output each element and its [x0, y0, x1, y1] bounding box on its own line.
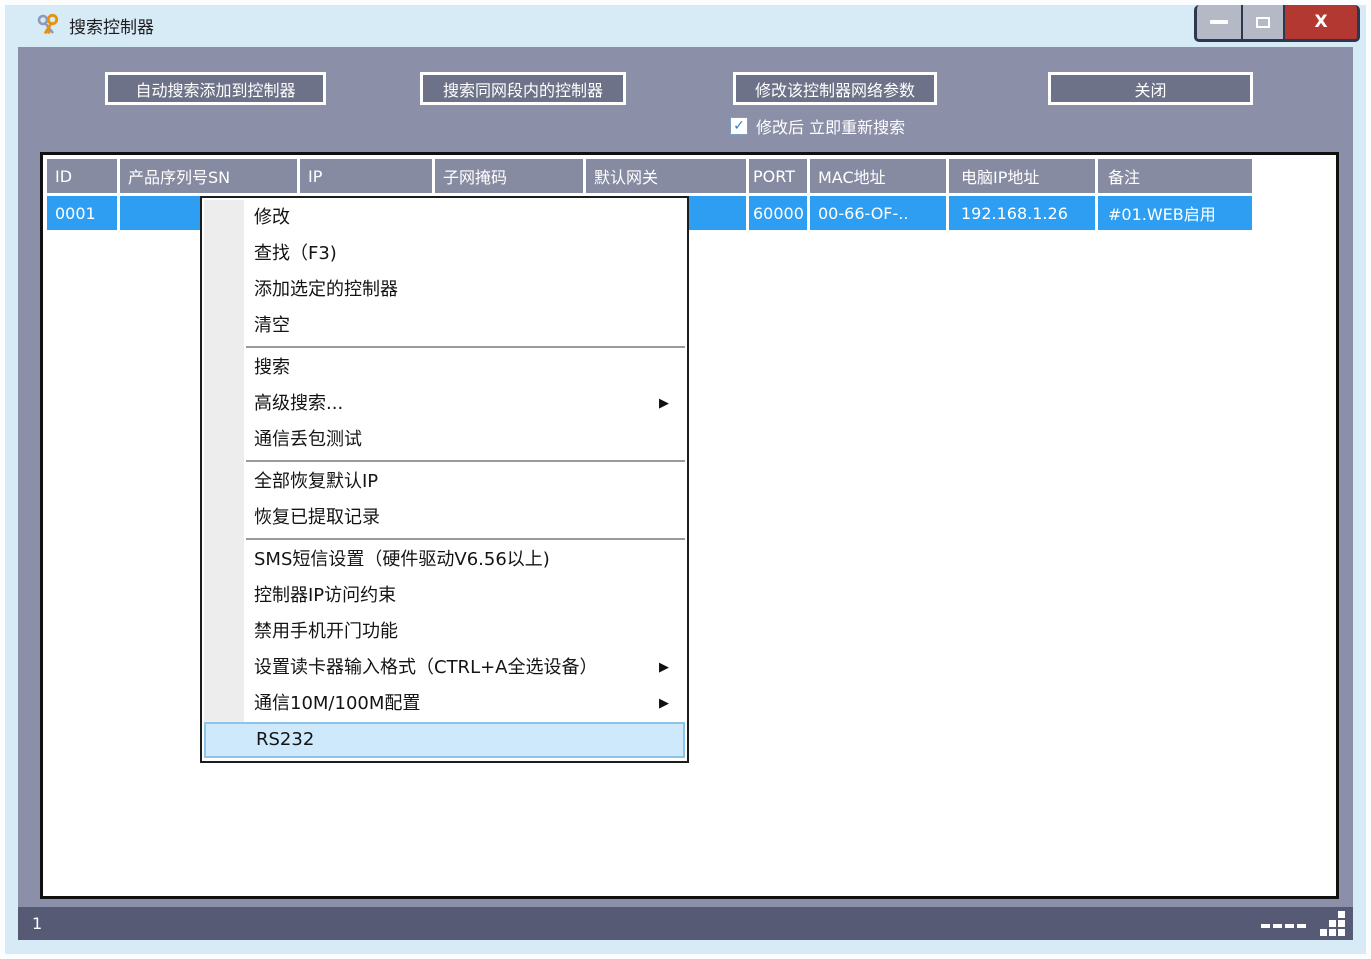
menu-item-label: 通信10M/100M配置: [254, 693, 420, 714]
research-after-modify-checkbox[interactable]: ✓: [730, 117, 748, 135]
cell-id[interactable]: 0001: [47, 196, 117, 230]
menu-item-disable-phone-open-door[interactable]: 禁用手机开门功能: [202, 614, 687, 650]
keys-icon: [35, 12, 61, 38]
auto-search-add-button[interactable]: 自动搜索添加到控制器: [105, 72, 326, 105]
window-controls: X: [1194, 5, 1360, 42]
col-header-gateway[interactable]: 默认网关: [586, 159, 746, 193]
submenu-arrow-icon: ▶: [659, 650, 669, 686]
menu-item-search[interactable]: 搜索: [202, 350, 687, 386]
menu-item-comm-10m-100m-config[interactable]: 通信10M/100M配置 ▶: [202, 686, 687, 722]
submenu-arrow-icon: ▶: [659, 686, 669, 722]
col-header-remark[interactable]: 备注: [1098, 159, 1252, 193]
table-header-row: ID 产品序列号SN IP 子网掩码 默认网关 PORT MAC地址 电脑IP地…: [47, 159, 1332, 193]
menu-item-restore-default-ip[interactable]: 全部恢复默认IP: [202, 464, 687, 500]
research-after-modify-row: ✓ 修改后 立即重新搜索: [730, 115, 905, 137]
modify-network-params-button[interactable]: 修改该控制器网络参数: [733, 72, 937, 105]
checkmark-icon: ✓: [733, 119, 745, 133]
menu-item-add-selected-controller[interactable]: 添加选定的控制器: [202, 272, 687, 308]
cell-pc-ip[interactable]: 192.168.1.26: [949, 196, 1095, 230]
close-button[interactable]: X: [1285, 5, 1357, 39]
col-header-port[interactable]: PORT: [749, 159, 807, 193]
menu-item-restore-extracted-records[interactable]: 恢复已提取记录: [202, 500, 687, 536]
research-after-modify-label: 修改后 立即重新搜索: [756, 114, 905, 138]
col-header-ip[interactable]: IP: [300, 159, 432, 193]
menu-item-sms-settings[interactable]: SMS短信设置（硬件驱动V6.56以上): [202, 542, 687, 578]
menu-item-clear[interactable]: 清空: [202, 308, 687, 344]
menu-item-modify[interactable]: 修改: [202, 200, 687, 236]
cell-remark[interactable]: #01.WEB启用: [1098, 196, 1252, 230]
resize-grip-icon[interactable]: [1320, 911, 1345, 936]
menu-item-reader-input-format[interactable]: 设置读卡器输入格式（CTRL+A全选设备） ▶: [202, 650, 687, 686]
col-header-mac[interactable]: MAC地址: [810, 159, 946, 193]
cell-mac[interactable]: 00-66-OF-..: [810, 196, 946, 230]
col-header-pc-ip[interactable]: 电脑IP地址: [949, 159, 1095, 193]
menu-separator: [246, 346, 685, 348]
menu-item-advanced-search[interactable]: 高级搜索... ▶: [202, 386, 687, 422]
record-count: 1: [32, 914, 42, 933]
status-bar: 1: [18, 907, 1353, 940]
menu-item-find-f3[interactable]: 查找（F3): [202, 236, 687, 272]
maximize-button[interactable]: [1243, 5, 1285, 39]
menu-separator: [246, 538, 685, 540]
menu-separator: [246, 460, 685, 462]
submenu-arrow-icon: ▶: [659, 386, 669, 422]
titlebar: 搜索控制器: [5, 5, 1366, 45]
menu-item-controller-ip-restriction[interactable]: 控制器IP访问约束: [202, 578, 687, 614]
menu-item-rs232[interactable]: RS232: [204, 722, 685, 758]
window-title: 搜索控制器: [69, 13, 154, 38]
context-menu: 修改 查找（F3) 添加选定的控制器 清空 搜索 高级搜索... ▶ 通信丢包测…: [200, 196, 689, 763]
cell-port[interactable]: 60000: [749, 196, 807, 230]
menu-item-label: 设置读卡器输入格式（CTRL+A全选设备）: [254, 657, 598, 678]
menu-item-label: 高级搜索...: [254, 393, 343, 414]
close-dialog-button[interactable]: 关闭: [1048, 72, 1253, 105]
maximize-icon: [1256, 17, 1270, 28]
col-header-id[interactable]: ID: [47, 159, 117, 193]
col-header-subnet[interactable]: 子网掩码: [435, 159, 583, 193]
minimize-icon: [1210, 20, 1228, 24]
close-icon: X: [1314, 14, 1327, 31]
menu-item-packet-loss-test[interactable]: 通信丢包测试: [202, 422, 687, 458]
minimize-button[interactable]: [1197, 5, 1243, 39]
collapse-dashes-icon: [1258, 924, 1306, 928]
search-same-subnet-button[interactable]: 搜索同网段内的控制器: [420, 72, 626, 105]
col-header-sn[interactable]: 产品序列号SN: [120, 159, 297, 193]
